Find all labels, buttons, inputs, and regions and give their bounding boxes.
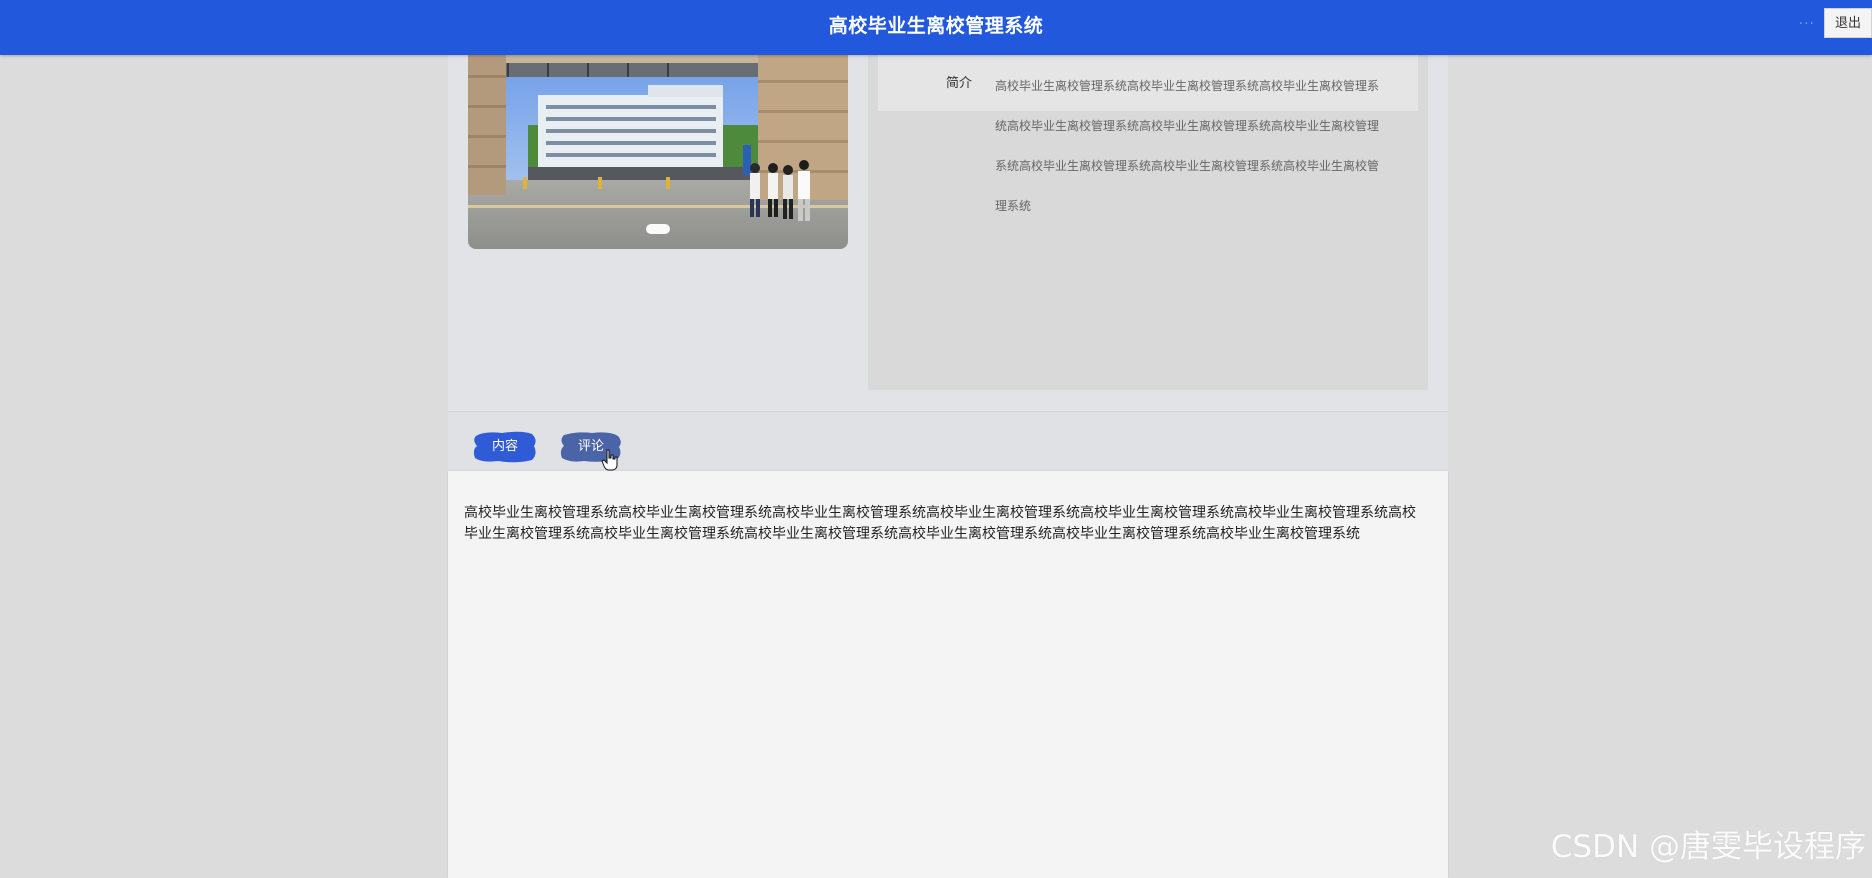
intro-text: 高校毕业生离校管理系统高校毕业生离校管理系统高校毕业生离校管理系统高校毕业生离校… xyxy=(995,79,1380,213)
tab-content-label: 内容 xyxy=(491,439,518,454)
logout-button[interactable]: 退出 xyxy=(1824,8,1872,38)
watermark: CSDN @唐雯毕设程序 xyxy=(1550,829,1866,865)
tab-content[interactable]: 内容 xyxy=(472,430,538,464)
hand-pointer-icon xyxy=(601,449,618,471)
content-text: 高校毕业生离校管理系统高校毕业生离校管理系统高校毕业生离校管理系统高校毕业生离校… xyxy=(464,505,1416,542)
campus-gate-photo xyxy=(468,55,848,249)
tab-bar: 内容 评论 xyxy=(448,411,1448,472)
more-dots-icon[interactable]: ··· xyxy=(1799,16,1815,32)
app-title: 高校毕业生离校管理系统 xyxy=(828,15,1044,37)
image-carousel[interactable] xyxy=(468,55,848,249)
header-bar: 高校毕业生离校管理系统 ··· 退出 xyxy=(0,0,1872,55)
intro-label: 简介 xyxy=(946,76,973,91)
content-panel: 高校毕业生离校管理系统高校毕业生离校管理系统高校毕业生离校管理系统高校毕业生离校… xyxy=(448,471,1448,878)
carousel-indicator[interactable] xyxy=(646,224,670,234)
